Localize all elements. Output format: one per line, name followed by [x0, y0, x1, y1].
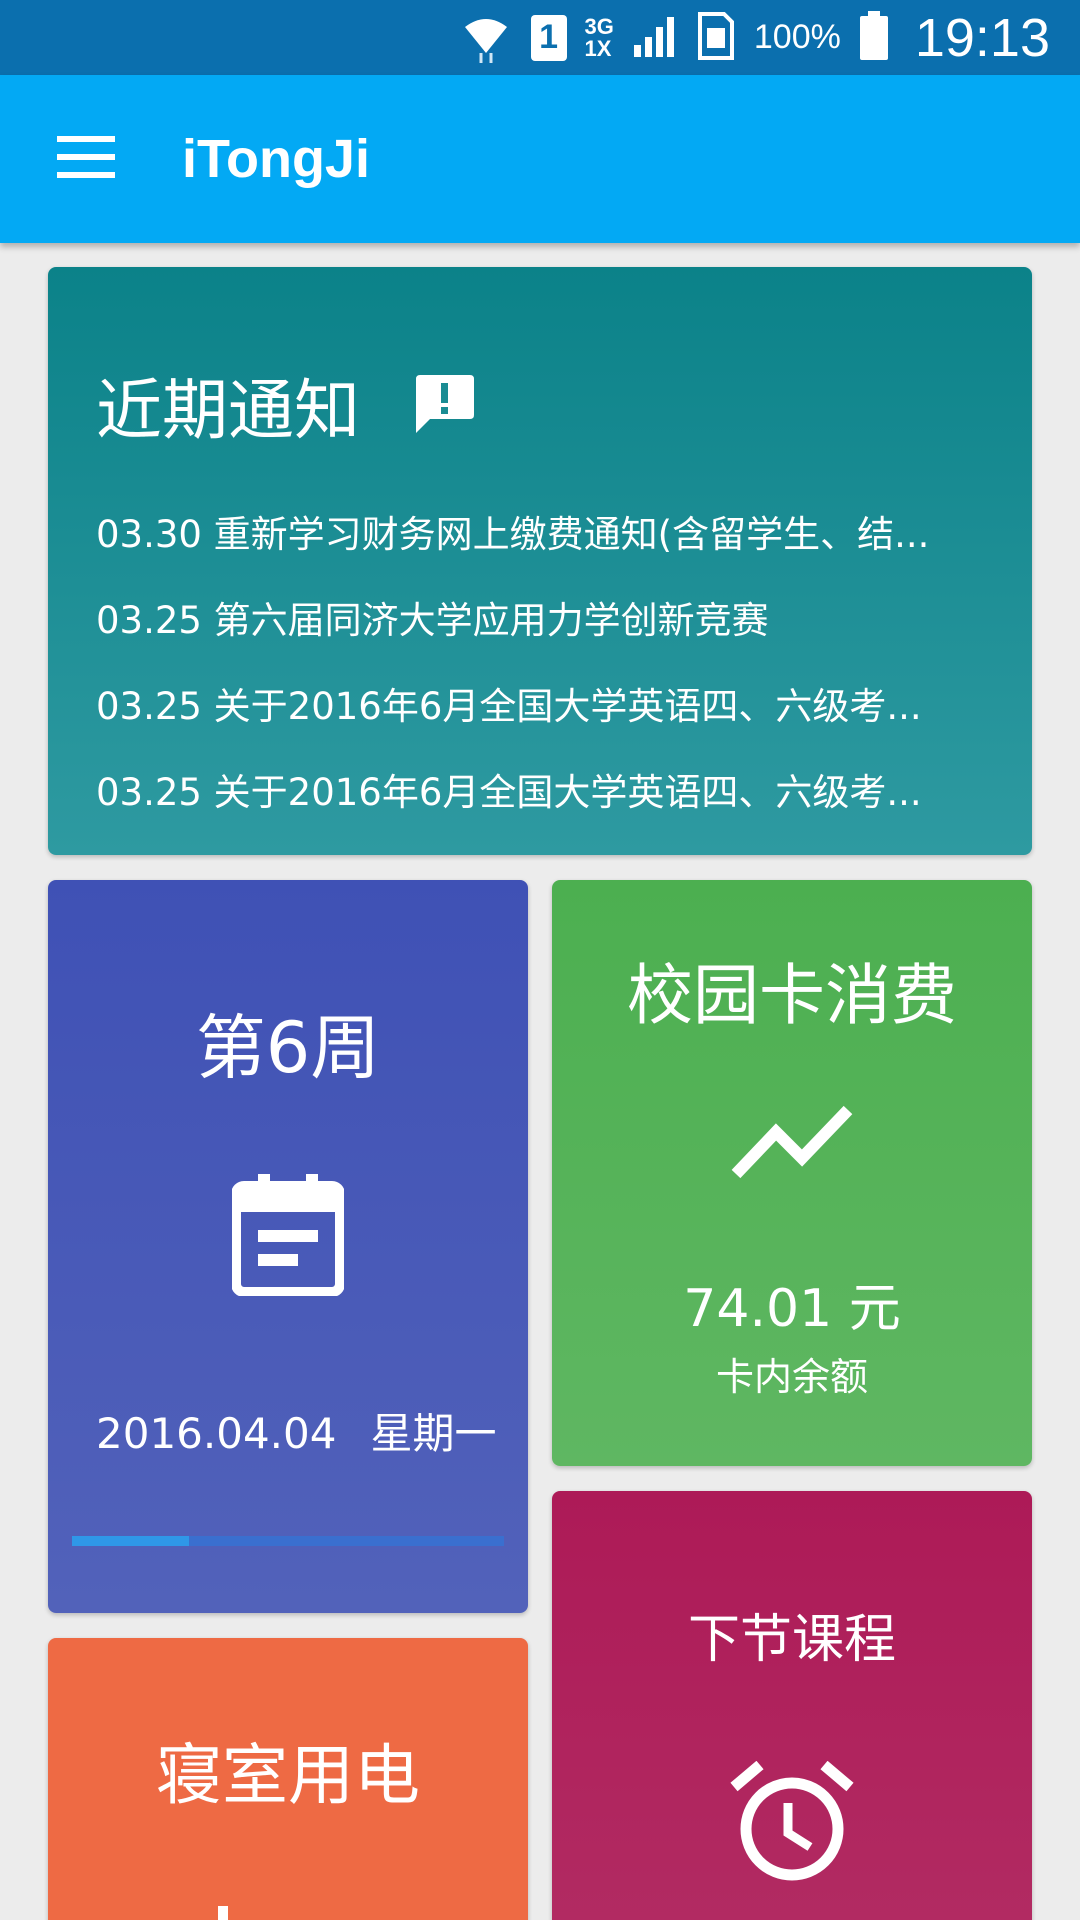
notice-card[interactable]: 近期通知 03.30 重新学习财务网上缴费通知(含留学生、结... 03.25 …: [48, 267, 1032, 855]
network-type-bottom: 1X: [584, 35, 612, 61]
clock: 19:13: [914, 7, 1050, 68]
week-card[interactable]: 第6周 2016.04.04 星期一: [48, 880, 528, 1613]
week-date: 2016.04.04: [96, 1409, 337, 1458]
campus-card-title: 校园卡消费: [627, 957, 957, 1034]
course-card[interactable]: 下节课程: [552, 1491, 1032, 1920]
wifi-icon: [459, 9, 513, 67]
power-card-title: 寝室用电: [156, 1737, 420, 1814]
app-bar: iTongJi: [0, 75, 1080, 243]
power-icon: [218, 1906, 228, 1920]
week-progress-fill: [72, 1536, 189, 1546]
calendar-icon: [231, 1174, 345, 1300]
notice-item[interactable]: 03.30 重新学习财务网上缴费通知(含留学生、结...: [96, 507, 996, 593]
feedback-icon: [412, 371, 476, 439]
campus-balance-amount: 74.01 元: [683, 1279, 901, 1339]
menu-button[interactable]: [26, 99, 146, 219]
battery-icon: [859, 10, 889, 65]
trending-up-icon: [730, 1102, 854, 1186]
notice-list: 03.30 重新学习财务网上缴费通知(含留学生、结... 03.25 第六届同济…: [96, 507, 996, 851]
week-date-line: 2016.04.04 星期一: [96, 1400, 497, 1461]
notice-item[interactable]: 03.25 关于2016年6月全国大学英语四、六级考...: [96, 679, 996, 765]
alarm-icon: [730, 1760, 854, 1889]
week-weekday: 星期一: [370, 1409, 497, 1458]
sim-card-icon: [696, 11, 736, 64]
signal-icon: [632, 13, 678, 63]
campus-balance-label: 卡内余额: [715, 1355, 868, 1399]
status-bar: 1 3G 1X 100% 19:13: [0, 0, 1080, 75]
week-progress-bar: [72, 1536, 504, 1546]
notice-item[interactable]: 03.25 第六届同济大学应用力学创新竞赛: [96, 593, 996, 679]
notice-item[interactable]: 03.25 关于2016年6月全国大学英语四、六级考...: [96, 765, 996, 851]
sim-icon: 1: [530, 14, 567, 61]
network-type-top: 3G: [584, 13, 614, 39]
campus-card[interactable]: 校园卡消费 74.01 元 卡内余额: [552, 880, 1032, 1466]
status-icons: 1 3G 1X 100% 19:13: [459, 0, 1050, 75]
notice-header: 近期通知: [96, 357, 476, 453]
menu-icon: [57, 136, 115, 182]
network-type: 3G 1X: [584, 13, 614, 61]
week-card-title: 第6周: [195, 1007, 381, 1089]
power-card[interactable]: 寝室用电: [48, 1638, 528, 1920]
course-card-title: 下节课程: [687, 1610, 896, 1670]
app-title: iTongJi: [182, 129, 370, 189]
battery-percent: 100%: [753, 18, 841, 56]
notice-card-title: 近期通知: [96, 372, 360, 449]
